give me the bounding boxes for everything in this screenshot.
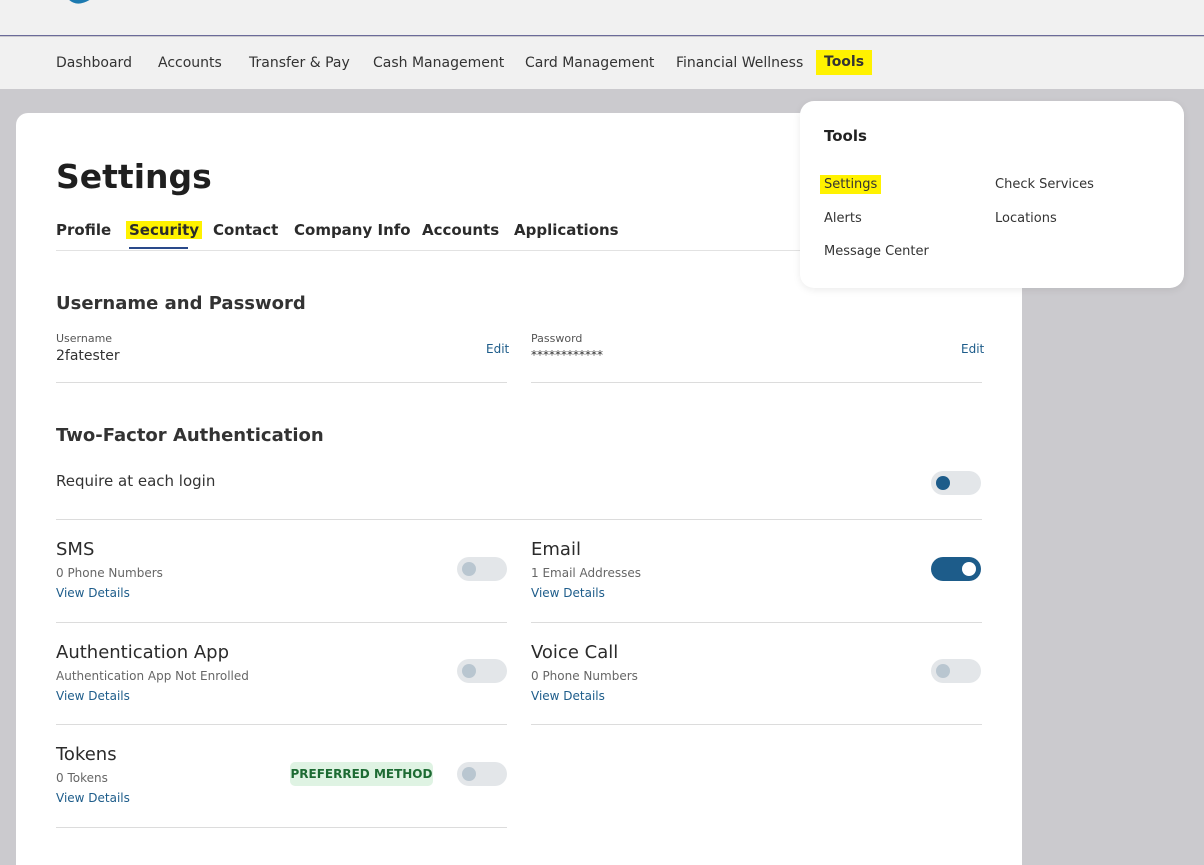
active-tab-indicator	[129, 247, 188, 249]
voice-call-title: Voice Call	[531, 642, 619, 663]
divider	[531, 382, 982, 383]
toggle-knob	[462, 664, 476, 678]
auth-app-view-details-link[interactable]: View Details	[56, 689, 130, 703]
edit-username-link[interactable]: Edit	[486, 342, 509, 356]
menu-item-alerts[interactable]: Alerts	[824, 211, 862, 226]
divider	[531, 724, 982, 725]
logo-icon	[69, 0, 90, 4]
nav-cash-management[interactable]: Cash Management	[373, 55, 504, 71]
password-label: Password	[531, 332, 583, 345]
edit-password-link[interactable]: Edit	[961, 342, 984, 356]
sms-subtitle: 0 Phone Numbers	[56, 566, 163, 580]
top-header-bar	[0, 0, 1204, 36]
divider	[56, 724, 507, 725]
auth-app-toggle[interactable]	[457, 659, 507, 683]
email-toggle[interactable]	[931, 557, 981, 581]
tokens-title: Tokens	[56, 744, 117, 765]
menu-item-message-center[interactable]: Message Center	[824, 244, 929, 259]
nav-card-management[interactable]: Card Management	[525, 55, 654, 71]
tokens-subtitle: 0 Tokens	[56, 771, 108, 785]
username-label: Username	[56, 332, 113, 345]
auth-app-title: Authentication App	[56, 642, 230, 663]
email-view-details-link[interactable]: View Details	[531, 586, 605, 600]
toggle-knob	[462, 562, 476, 576]
divider	[531, 622, 982, 623]
nav-dashboard[interactable]: Dashboard	[56, 55, 132, 71]
username-value: 2fatester	[56, 348, 120, 364]
toggle-knob	[936, 664, 950, 678]
tab-profile[interactable]: Profile	[56, 221, 111, 239]
voice-call-view-details-link[interactable]: View Details	[531, 689, 605, 703]
toggle-knob	[962, 562, 976, 576]
tokens-view-details-link[interactable]: View Details	[56, 791, 130, 805]
two-factor-section-title: Two-Factor Authentication	[56, 425, 324, 446]
password-value: ************	[531, 348, 603, 362]
tab-accounts[interactable]: Accounts	[422, 221, 499, 239]
nav-financial-wellness[interactable]: Financial Wellness	[676, 55, 803, 71]
divider	[56, 622, 507, 623]
divider	[56, 382, 507, 383]
credentials-section-title: Username and Password	[56, 293, 306, 314]
voice-call-toggle[interactable]	[931, 659, 981, 683]
require-login-toggle[interactable]	[931, 471, 981, 495]
tab-security[interactable]: Security	[126, 221, 203, 239]
sms-title: SMS	[56, 539, 95, 560]
menu-item-settings[interactable]: Settings	[820, 175, 882, 194]
nav-tools[interactable]: Tools	[816, 50, 873, 75]
tools-dropdown-menu: Tools Settings Alerts Message Center Che…	[800, 101, 1184, 288]
tab-company-info[interactable]: Company Info	[294, 221, 411, 239]
divider	[56, 827, 507, 828]
nav-accounts[interactable]: Accounts	[158, 55, 222, 71]
tab-applications[interactable]: Applications	[514, 221, 619, 239]
main-nav: Dashboard Accounts Transfer & Pay Cash M…	[0, 37, 1204, 89]
toggle-knob	[462, 767, 476, 781]
tab-contact[interactable]: Contact	[213, 221, 278, 239]
email-title: Email	[531, 539, 581, 560]
auth-app-subtitle: Authentication App Not Enrolled	[56, 669, 249, 683]
tokens-toggle[interactable]	[457, 762, 507, 786]
page-title: Settings	[56, 157, 212, 196]
tools-menu-title: Tools	[824, 127, 867, 145]
nav-transfer-pay[interactable]: Transfer & Pay	[249, 55, 350, 71]
preferred-method-badge: PREFERRED METHOD	[290, 762, 433, 786]
sms-toggle[interactable]	[457, 557, 507, 581]
divider	[56, 519, 982, 520]
menu-item-locations[interactable]: Locations	[995, 211, 1057, 226]
toggle-knob	[936, 476, 950, 490]
sms-view-details-link[interactable]: View Details	[56, 586, 130, 600]
email-subtitle: 1 Email Addresses	[531, 566, 641, 580]
require-login-label: Require at each login	[56, 472, 216, 490]
voice-call-subtitle: 0 Phone Numbers	[531, 669, 638, 683]
menu-item-check-services[interactable]: Check Services	[995, 177, 1094, 192]
